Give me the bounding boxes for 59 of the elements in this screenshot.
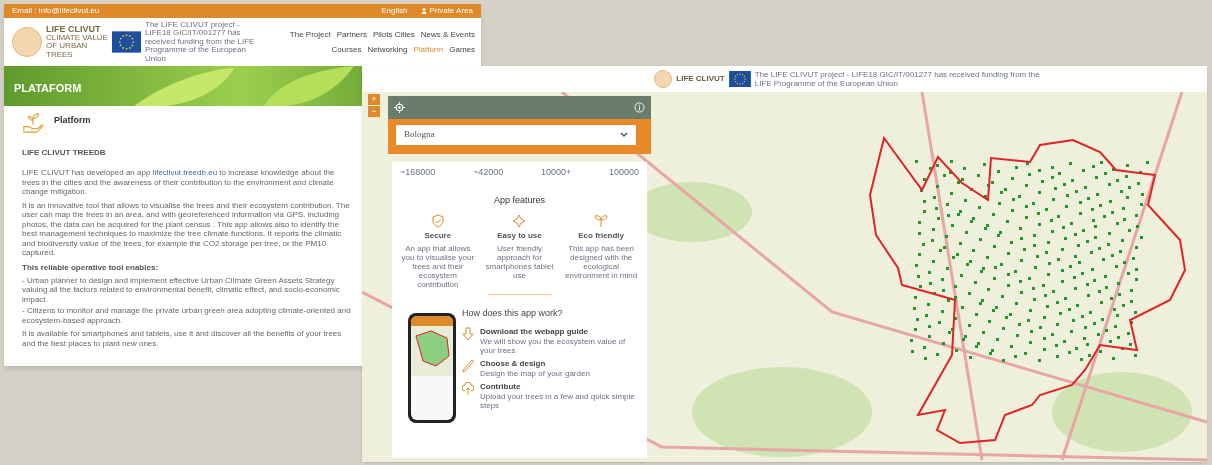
logo-title: LIFE CLIVUT xyxy=(46,24,102,34)
closing-paragraph: It is available for smartphones and tablets, use it and discover all the benefits of your trees and the best places to plant new ones. xyxy=(22,329,343,348)
app-link[interactable]: lifeclivut.treedb.eu xyxy=(152,168,218,177)
user-icon xyxy=(421,8,428,14)
list-item: - Citizens to monitor and manage the private urban green area adopting climate-oriented and ecosystem-based approach. xyxy=(22,306,352,325)
subheading: LIFE CLIVUT TREEDB xyxy=(22,148,106,157)
nav-link[interactable]: Partners xyxy=(336,28,367,41)
feature-title: Easy to use xyxy=(497,229,542,242)
section-title: Platform xyxy=(54,114,91,127)
chevron-down-icon xyxy=(620,132,628,138)
nav-link[interactable]: Pilots Cities xyxy=(372,28,415,41)
logo-emblem-icon xyxy=(654,70,673,88)
step-title: Contribute xyxy=(480,381,522,391)
city-area-drawing xyxy=(415,330,450,366)
sprout-icon xyxy=(594,213,609,228)
steps-title: How does this app work? xyxy=(462,307,563,318)
features-title: App features xyxy=(493,194,545,205)
nav-link[interactable]: Courses xyxy=(331,43,362,56)
stat-value: ~168000 xyxy=(400,166,436,179)
logo-emblem-icon xyxy=(12,27,42,57)
nav-link[interactable]: Networking xyxy=(367,43,408,56)
email-text: Email : info@lifeclivut.eu xyxy=(12,5,100,17)
step-title: Choose & design xyxy=(480,358,547,368)
description-paragraph: It is an innovative tool that allows to visualise the trees and their ecosystem contribution. The user can map the trees in an area, and with georeferenced information via GPS, including photos, the data can be acquired for the plant census . This app allows also to identify the best management techniques to maximize the tree climate functions. It reports the climatic and biodiversity value of the trees, for example the CO2 storage per tree, or the PM10 captured. xyxy=(22,200,351,258)
step-description: We will show you the ecosystem value of your trees xyxy=(480,336,627,355)
stat-value: ~42000 xyxy=(473,166,504,179)
logo-subtitle: CLIMATE VALUE OF URBAN TREES xyxy=(46,33,108,60)
feature-description: This app has been designed with the ecological environment in mind xyxy=(564,243,639,280)
feature-description: An app that allows you to visualise your trees and their ecosystem contribution xyxy=(400,243,476,289)
nav-link[interactable]: Games xyxy=(449,43,475,56)
feature-description: User friendly approach for smartphones tablet use xyxy=(484,243,555,280)
pencil-icon xyxy=(462,358,474,373)
stat-value: 10000+ xyxy=(540,166,572,179)
arrow-down-icon xyxy=(462,326,474,341)
step-description: Upload your trees in a few and quick simple steps xyxy=(480,391,636,410)
cloud-upload-icon xyxy=(462,381,474,396)
list-item: - Urban planner to design and implement effective Urban Climate Green Assets Strategy valuing all the factors related to environmental benefit, climatic effect, and socio-economic impact. xyxy=(22,275,341,304)
intro-paragraph: LIFE CLIVUT has developed an app lifeclivut.treedb.eu to increase knowledge about the trees in the cities and the awareness of their contribution to the environment and climate change mitigation. xyxy=(22,168,336,197)
eu-flag-icon xyxy=(112,31,141,53)
city-select[interactable]: Bologna xyxy=(396,125,636,145)
feature-title: Eco friendly xyxy=(578,229,625,242)
eu-funding-note: The LIFE CLIVUT project - LIFE18 GIC/IT/001277 has received funding from the LIFE Programme of the European Union xyxy=(754,70,1041,88)
banner-title: PLATAFORM xyxy=(14,82,82,94)
nav-link[interactable]: The Project xyxy=(289,28,331,41)
step-title: Download the webapp guide xyxy=(480,326,589,336)
feature-title: Secure xyxy=(424,229,452,242)
eu-flag-icon xyxy=(728,71,751,87)
stat-value: 100000 xyxy=(608,166,639,179)
list-heading: This reliable operative tool enables: xyxy=(22,261,160,274)
locate-icon[interactable] xyxy=(394,102,405,113)
step-description: Design the map of your garden xyxy=(480,368,590,378)
info-icon[interactable] xyxy=(634,102,645,113)
sparkle-icon xyxy=(512,213,527,228)
logo-text: LIFE CLIVUT xyxy=(676,75,725,83)
hand-plant-icon xyxy=(22,112,44,134)
eu-funding-note: The LIFE CLIVUT project - LIFE18 GIC/IT/001277 has received funding from the LIFE Programme of the European Union xyxy=(145,20,256,64)
nav-link[interactable]: News & Events xyxy=(420,28,475,41)
shield-check-icon xyxy=(430,213,445,228)
phone-header-bar xyxy=(411,315,453,326)
